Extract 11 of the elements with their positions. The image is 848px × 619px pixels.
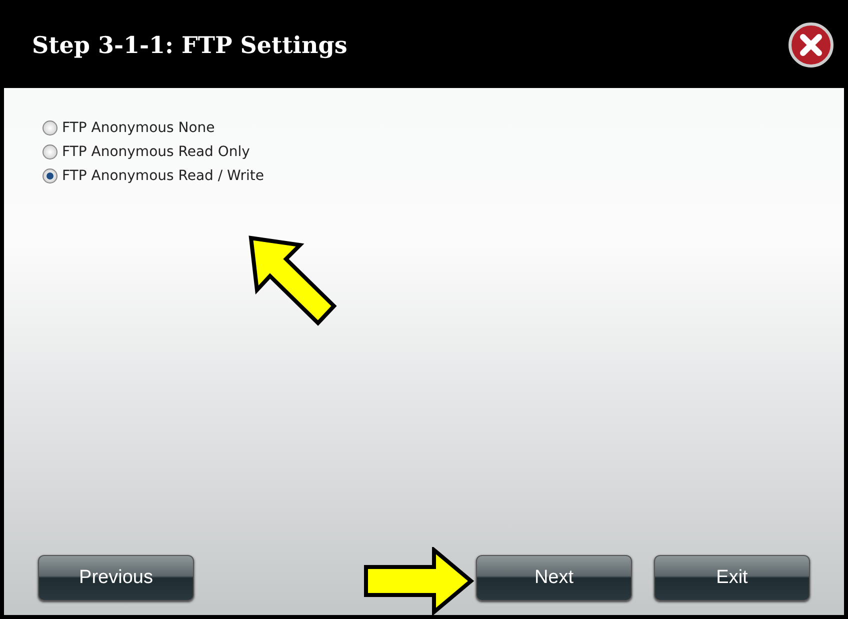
close-icon[interactable] [788, 22, 834, 68]
radio-button[interactable] [42, 168, 58, 184]
dialog-button[interactable]: Next [476, 555, 632, 601]
radio-button[interactable] [42, 144, 58, 160]
option-label: FTP Anonymous Read Only [62, 144, 250, 160]
dialog-button[interactable]: Previous [38, 555, 194, 601]
radio-button[interactable] [42, 120, 58, 136]
window-title: Step 3-1-1: FTP Settings [32, 32, 348, 58]
dialog-button[interactable]: Exit [654, 555, 810, 601]
option-label: FTP Anonymous Read / Write [62, 168, 264, 184]
option-label: FTP Anonymous None [62, 120, 215, 136]
